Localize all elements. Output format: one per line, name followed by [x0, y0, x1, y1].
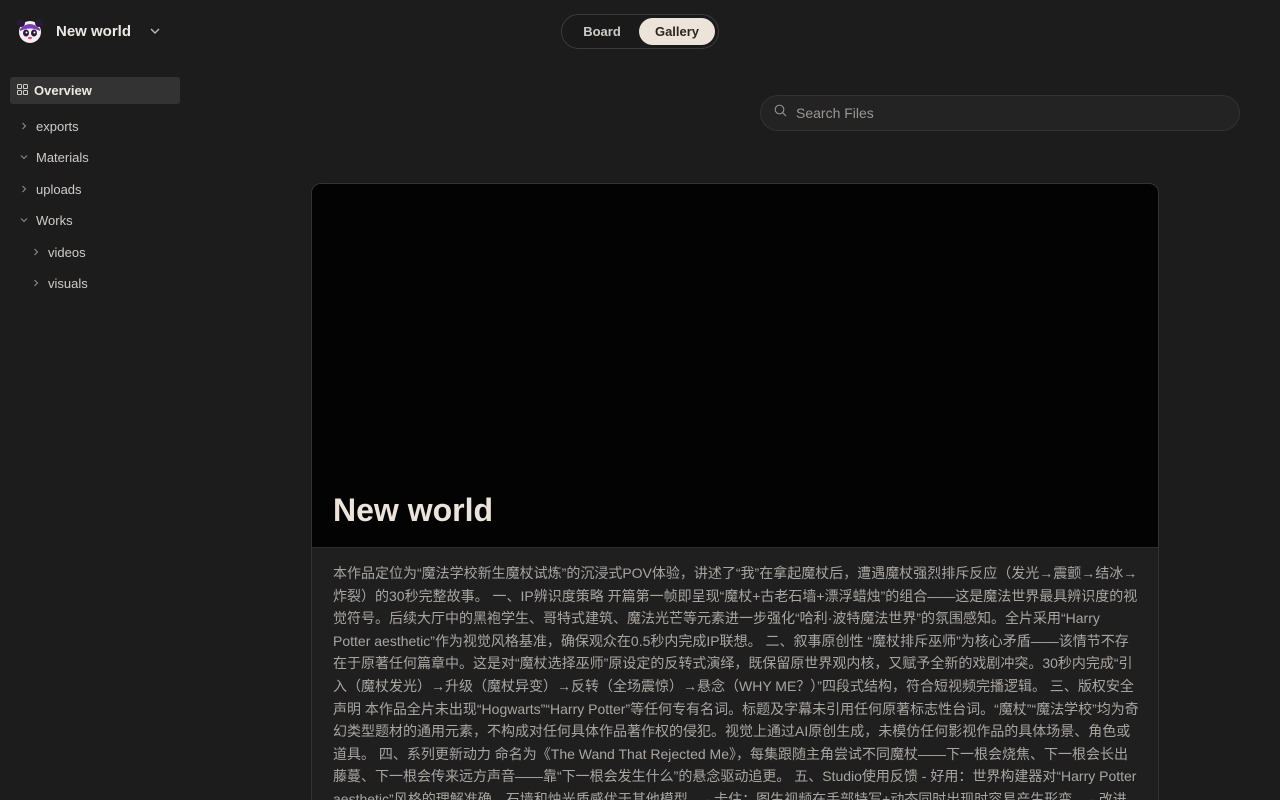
- sidebar-item-label: Materials: [36, 149, 89, 165]
- chevron-down-icon: [19, 215, 29, 225]
- sidebar-item-uploads[interactable]: uploads: [19, 178, 82, 200]
- sidebar-item-exports[interactable]: exports: [19, 115, 79, 137]
- grid-icon: [17, 82, 28, 100]
- sidebar-item-materials[interactable]: Materials: [19, 146, 89, 168]
- sidebar-item-visuals[interactable]: visuals: [31, 272, 88, 294]
- search-input[interactable]: [796, 105, 1216, 121]
- chevron-right-icon: [19, 184, 29, 194]
- sidebar-item-works[interactable]: Works: [19, 209, 73, 231]
- sidebar-item-label: Works: [36, 212, 73, 228]
- card-title: New world: [333, 492, 494, 528]
- sidebar-item-label: exports: [36, 118, 79, 134]
- sidebar-item-label: videos: [48, 244, 86, 260]
- sidebar-item-overview[interactable]: Overview: [10, 77, 180, 104]
- search-bar: [760, 95, 1240, 131]
- chevron-right-icon: [31, 247, 41, 257]
- panda-avatar-icon: [16, 17, 44, 45]
- chevron-down-icon: [19, 152, 29, 162]
- chevron-right-icon: [31, 278, 41, 288]
- workspace-switcher[interactable]: New world: [16, 16, 176, 46]
- tab-gallery[interactable]: Gallery: [639, 18, 715, 45]
- sidebar-item-videos[interactable]: videos: [31, 241, 86, 263]
- chevron-down-icon[interactable]: [149, 25, 161, 37]
- gallery-card[interactable]: New world 本作品定位为“魔法学校新生魔杖试炼”的沉浸式POV体验，讲述…: [311, 183, 1159, 800]
- search-icon: [774, 104, 787, 122]
- chevron-right-icon: [19, 121, 29, 131]
- workspace-name: New world: [56, 22, 132, 40]
- sidebar-item-label: visuals: [48, 275, 88, 291]
- card-description: 本作品定位为“魔法学校新生魔杖试炼”的沉浸式POV体验，讲述了“我”在拿起魔杖后…: [333, 565, 1139, 800]
- view-toggle: Board Gallery: [561, 14, 719, 49]
- sidebar-item-label: Overview: [34, 83, 92, 98]
- sidebar: New world Overview exports Materials upl…: [0, 0, 192, 800]
- tab-board[interactable]: Board: [565, 18, 639, 45]
- sidebar-item-label: uploads: [36, 181, 82, 197]
- card-cover: New world: [312, 184, 1158, 548]
